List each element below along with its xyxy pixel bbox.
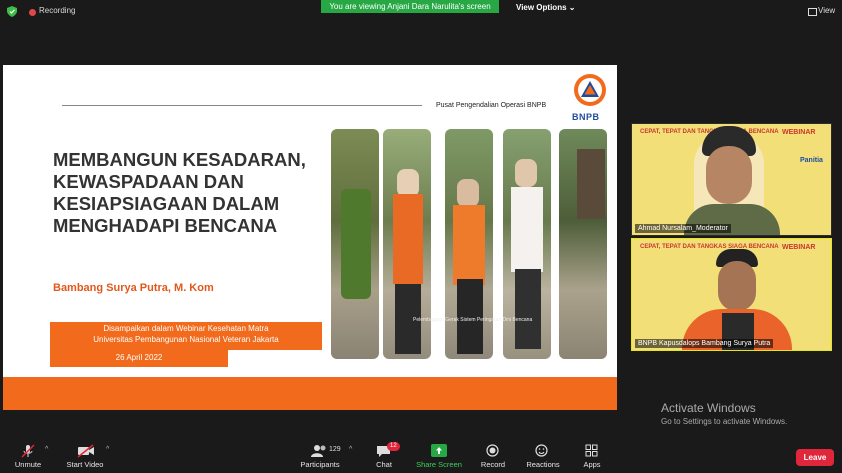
chevron-up-icon[interactable]: ^ — [45, 446, 48, 453]
video-face — [718, 261, 756, 311]
chevron-up-icon[interactable]: ^ — [106, 446, 109, 453]
photo-strip — [331, 129, 379, 359]
record-icon[interactable] — [486, 444, 499, 457]
photo-strip — [559, 129, 607, 359]
photo-strip — [445, 129, 493, 359]
participants-count: 129 — [329, 446, 341, 453]
activate-windows-subtitle: Go to Settings to activate Windows. — [661, 417, 788, 426]
video-face — [706, 146, 752, 204]
reactions-button[interactable]: Reactions — [523, 460, 563, 469]
chat-button[interactable]: Chat — [370, 460, 398, 469]
view-button[interactable]: View — [818, 6, 835, 15]
tile-headline: CEPAT, TEPAT DAN TANGKAS SIAGA BENCANA — [640, 244, 779, 250]
recording-label: Recording — [39, 6, 76, 15]
smiley-icon[interactable] — [535, 444, 549, 457]
bnpb-logo-text: BNPB — [572, 112, 600, 122]
unmute-button[interactable]: Unmute — [10, 460, 46, 469]
shared-slide: Pusat Pengendalian Operasi BNPB BNPB MEM… — [3, 65, 617, 410]
grid-view-icon[interactable] — [808, 8, 817, 16]
chat-unread-badge: 12 — [387, 442, 400, 451]
share-screen-icon[interactable] — [431, 444, 447, 457]
leave-button[interactable]: Leave — [796, 449, 834, 466]
slide-title: MEMBANGUN KESADARAN, KEWASPADAAN DAN KES… — [53, 149, 306, 236]
screen-share-banner: You are viewing Anjani Dara Narulita's s… — [321, 0, 499, 13]
participants-icon[interactable] — [311, 444, 327, 457]
delivered-line-2: Universitas Pembangunan Nasional Veteran… — [93, 335, 279, 344]
apps-icon[interactable] — [585, 444, 598, 457]
speaker-name: Bambang Surya Putra, M. Kom — [53, 282, 214, 294]
webinar-text: WEBINAR — [782, 244, 816, 251]
slide-divider — [62, 105, 422, 106]
webinar-text: WEBINAR — [782, 129, 816, 136]
activate-windows-title: Activate Windows — [661, 401, 756, 415]
apps-button[interactable]: Apps — [578, 460, 606, 469]
video-tile-moderator[interactable]: CEPAT, TEPAT DAN TANGKAS SIAGA BENCANA W… — [631, 123, 832, 236]
video-tile-speaker[interactable]: CEPAT, TEPAT DAN TANGKAS SIAGA BENCANA W… — [631, 238, 832, 351]
view-options-button[interactable]: View Options ⌄ — [516, 3, 575, 12]
participant-name: BNPB Kapusdalops Bambang Surya Putra — [635, 339, 774, 348]
record-button[interactable]: Record — [476, 460, 510, 469]
photo-strip — [383, 129, 431, 359]
shield-icon[interactable] — [7, 6, 17, 17]
video-off-icon[interactable] — [77, 444, 95, 458]
share-screen-button[interactable]: Share Screen — [413, 460, 465, 469]
org-label: Pusat Pengendalian Operasi BNPB — [436, 102, 547, 109]
chevron-up-icon[interactable]: ^ — [349, 446, 352, 453]
bnpb-logo-icon — [574, 74, 606, 106]
start-video-button[interactable]: Start Video — [62, 460, 108, 469]
participant-name: Ahmad Nursalam_Moderator — [635, 224, 731, 233]
photo-caption: Pelembagaan Gerak Sistem Peringatan Dini… — [413, 317, 533, 323]
delivered-line-1: Disampaikan dalam Webinar Kesehatan Matr… — [103, 324, 269, 333]
presentation-date: 26 April 2022 — [115, 353, 163, 362]
recording-icon — [29, 9, 36, 16]
mic-muted-icon[interactable] — [21, 444, 35, 458]
participants-button[interactable]: Participants — [297, 460, 343, 469]
role-label: Panitia — [800, 157, 823, 164]
photo-strip — [503, 129, 551, 359]
slide-footer-bar — [3, 377, 617, 410]
